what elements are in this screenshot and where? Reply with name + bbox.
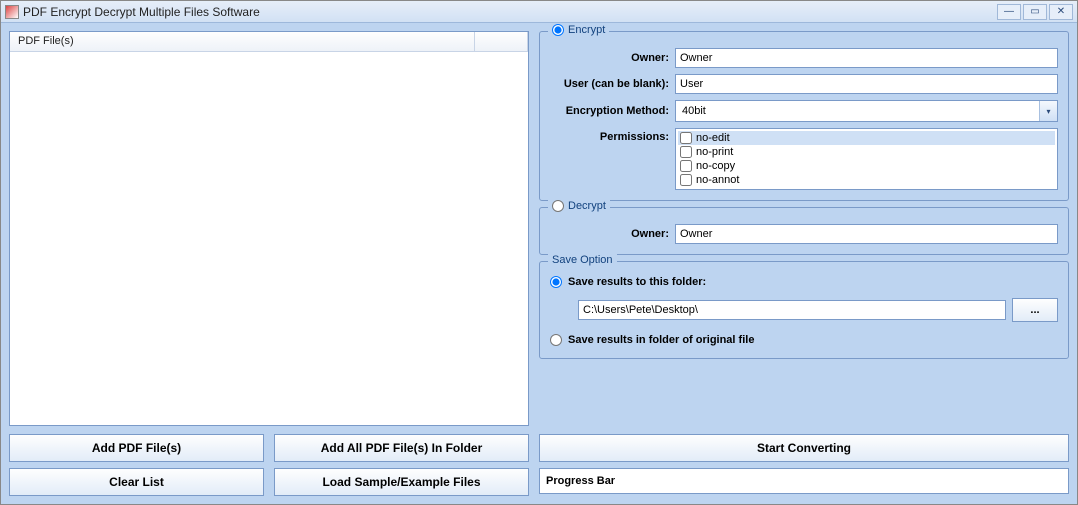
save-original-radio[interactable] [550,334,562,346]
permission-no-annot[interactable]: no-annot [678,173,1055,187]
app-icon [5,5,19,19]
encryption-method-combo[interactable]: 40bit ▾ [675,100,1058,122]
app-window: PDF Encrypt Decrypt Multiple Files Softw… [0,0,1078,505]
permission-no-copy-label: no-copy [696,160,735,172]
encrypt-group: Encrypt Owner: User (can be blank): Encr… [539,31,1069,201]
save-to-folder-radio[interactable] [550,276,562,288]
progress-bar-label: Progress Bar [546,475,615,487]
encrypt-owner-input[interactable] [675,48,1058,68]
encrypt-user-label: User (can be blank): [550,78,675,90]
window-controls: — ▭ ✕ [997,4,1073,20]
add-all-pdf-button[interactable]: Add All PDF File(s) In Folder [274,434,529,462]
minimize-button[interactable]: — [997,4,1021,20]
file-list-header-spacer [475,32,528,51]
right-column: Encrypt Owner: User (can be blank): Encr… [539,31,1069,426]
permission-no-print[interactable]: no-print [678,145,1055,159]
permission-no-copy-checkbox[interactable] [680,160,692,172]
file-list-header-cell[interactable]: PDF File(s) [10,32,475,51]
browse-button[interactable]: ... [1012,298,1058,322]
save-original-label: Save results in folder of original file [568,334,754,346]
save-option-legend-text: Save Option [552,254,613,266]
permissions-label: Permissions: [550,128,675,143]
left-column: PDF File(s) [9,31,529,426]
file-list[interactable]: PDF File(s) [9,31,529,426]
save-original-row[interactable]: Save results in folder of original file [550,332,1058,348]
window-title: PDF Encrypt Decrypt Multiple Files Softw… [23,5,997,19]
encryption-method-label: Encryption Method: [550,105,675,117]
close-button[interactable]: ✕ [1049,4,1073,20]
decrypt-owner-input[interactable] [675,224,1058,244]
permissions-list[interactable]: no-edit no-print no-copy [675,128,1058,190]
add-pdf-button[interactable]: Add PDF File(s) [9,434,264,462]
encrypt-legend[interactable]: Encrypt [548,24,609,36]
permission-no-edit-label: no-edit [696,132,730,144]
main-row: PDF File(s) Encrypt Owner: [9,31,1069,426]
file-list-header: PDF File(s) [10,32,528,52]
permission-no-edit-checkbox[interactable] [680,132,692,144]
permission-no-annot-checkbox[interactable] [680,174,692,186]
save-option-group: Save Option Save results to this folder:… [539,261,1069,359]
save-folder-path-input[interactable] [578,300,1006,320]
decrypt-group: Decrypt Owner: [539,207,1069,255]
encryption-method-value: 40bit [676,103,1039,119]
permission-no-print-checkbox[interactable] [680,146,692,158]
save-to-folder-label: Save results to this folder: [568,276,706,288]
button-row-1: Add PDF File(s) Add All PDF File(s) In F… [9,434,1069,462]
encrypt-user-input[interactable] [675,74,1058,94]
permission-no-edit[interactable]: no-edit [678,131,1055,145]
decrypt-legend-text: Decrypt [568,200,606,212]
clear-list-button[interactable]: Clear List [9,468,264,496]
save-to-folder-row[interactable]: Save results to this folder: [550,274,1058,290]
decrypt-radio[interactable] [552,200,564,212]
titlebar: PDF Encrypt Decrypt Multiple Files Softw… [1,1,1077,23]
permission-no-print-label: no-print [696,146,733,158]
start-converting-button[interactable]: Start Converting [539,434,1069,462]
decrypt-owner-label: Owner: [550,228,675,240]
client-area: PDF File(s) Encrypt Owner: [1,23,1077,504]
maximize-button[interactable]: ▭ [1023,4,1047,20]
encrypt-radio[interactable] [552,24,564,36]
permission-no-copy[interactable]: no-copy [678,159,1055,173]
button-row-2: Clear List Load Sample/Example Files Pro… [9,468,1069,496]
encrypt-legend-text: Encrypt [568,24,605,36]
decrypt-legend[interactable]: Decrypt [548,200,610,212]
progress-bar: Progress Bar [539,468,1069,494]
encrypt-owner-label: Owner: [550,52,675,64]
save-option-legend: Save Option [548,254,617,266]
load-sample-button[interactable]: Load Sample/Example Files [274,468,529,496]
permission-no-annot-label: no-annot [696,174,739,186]
chevron-down-icon[interactable]: ▾ [1039,101,1057,121]
